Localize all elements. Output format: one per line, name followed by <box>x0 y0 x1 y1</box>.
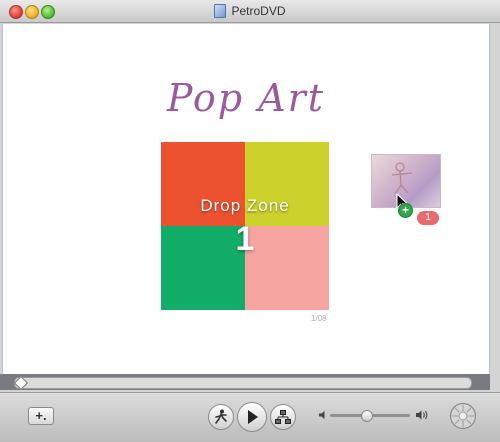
play-button[interactable] <box>237 402 267 432</box>
window-title: PetroDVD <box>231 4 286 18</box>
figure-image-icon <box>391 162 413 195</box>
add-button[interactable]: +. <box>28 407 54 425</box>
drag-count-badge: 1 <box>417 211 439 225</box>
title-bar: PetroDVD <box>0 0 500 23</box>
play-icon <box>248 410 258 424</box>
burn-icon[interactable] <box>449 402 477 430</box>
menu-map-icon <box>275 410 291 424</box>
app-window: PetroDVD Pop Art Drop Zone 1 1/08 + 1 +. <box>0 0 500 442</box>
copy-plus-icon: + <box>398 203 413 218</box>
motion-icon <box>215 409 227 424</box>
drop-zone-counter: 1/08 <box>311 314 327 323</box>
drop-zone-number: 1 <box>235 220 255 258</box>
window-title-area: PetroDVD <box>0 0 500 22</box>
volume-slider-knob[interactable] <box>361 410 373 422</box>
menu-title[interactable]: Pop Art <box>3 76 489 120</box>
volume-high-icon <box>416 410 428 420</box>
drop-zone-label: Drop Zone <box>200 196 290 215</box>
menu-map-button[interactable] <box>270 404 296 430</box>
motion-button[interactable] <box>208 404 234 430</box>
document-icon <box>214 4 227 18</box>
drop-zone[interactable]: Drop Zone 1 <box>161 142 329 310</box>
volume-low-icon <box>319 411 325 419</box>
timeline-scrubber[interactable] <box>14 377 472 389</box>
